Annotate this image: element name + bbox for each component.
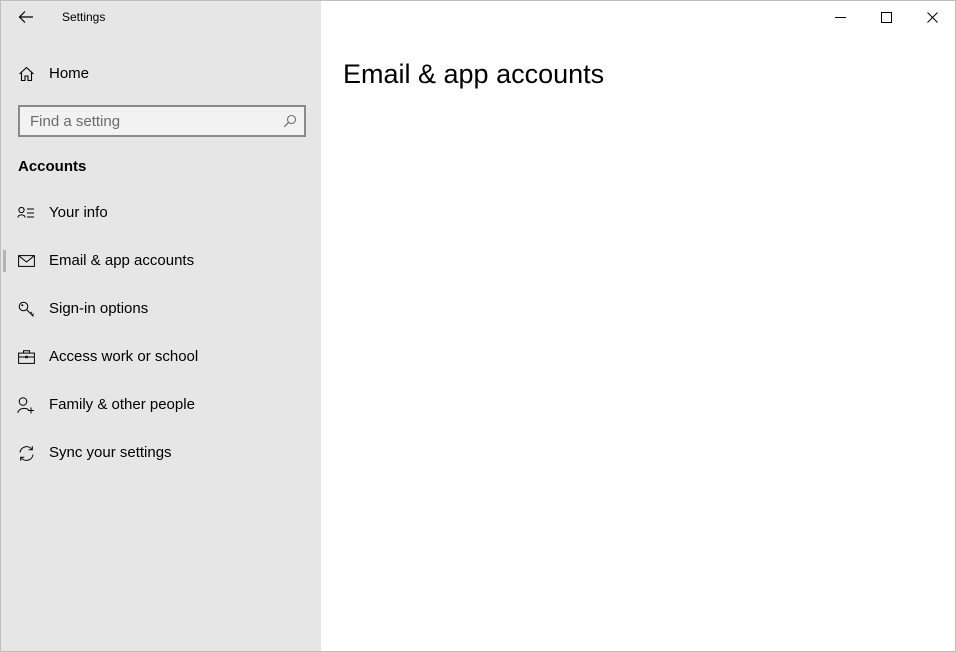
- back-arrow-icon: [18, 10, 34, 24]
- maximize-icon: [880, 11, 892, 23]
- page-title: Email & app accounts: [343, 59, 605, 89]
- sidebar-item-email-app-accounts[interactable]: Email & app accounts: [1, 237, 321, 285]
- search-icon[interactable]: [282, 113, 298, 129]
- sidebar-item-label: Email & app accounts: [49, 252, 195, 269]
- sidebar-item-label: Family & other people: [49, 396, 195, 413]
- briefcase-icon: [17, 348, 35, 366]
- search-box: [18, 105, 306, 137]
- sidebar-item-home[interactable]: Home: [1, 57, 321, 91]
- settings-window: Settings Home Accounts: [0, 0, 956, 652]
- minimize-icon: [834, 12, 846, 23]
- window-controls: [817, 1, 955, 33]
- nav-list: Your info Email & app accounts Sign-in o…: [1, 189, 321, 477]
- back-button[interactable]: [11, 4, 41, 30]
- close-button[interactable]: [909, 1, 955, 33]
- section-heading: Accounts: [18, 158, 87, 175]
- minimize-button[interactable]: [817, 1, 863, 33]
- mail-icon: [17, 252, 35, 270]
- close-icon: [926, 11, 938, 23]
- sidebar: Settings Home Accounts: [1, 1, 321, 651]
- add-person-icon: [17, 396, 35, 414]
- app-title: Settings: [62, 10, 106, 24]
- sync-icon: [17, 444, 35, 462]
- maximize-button[interactable]: [863, 1, 909, 33]
- sidebar-item-label: Sync your settings: [49, 444, 172, 461]
- sidebar-item-label: Your info: [49, 204, 108, 221]
- sidebar-item-family-other-people[interactable]: Family & other people: [1, 381, 321, 429]
- contact-card-icon: [17, 204, 35, 222]
- sidebar-item-access-work-or-school[interactable]: Access work or school: [1, 333, 321, 381]
- home-icon: [17, 65, 35, 83]
- selection-indicator: [3, 250, 6, 272]
- sidebar-item-label: Home: [49, 65, 90, 82]
- sidebar-item-sync-your-settings[interactable]: Sync your settings: [1, 429, 321, 477]
- sidebar-item-your-info[interactable]: Your info: [1, 189, 321, 237]
- sidebar-item-label: Sign-in options: [49, 300, 149, 317]
- key-icon: [17, 300, 35, 318]
- search-input[interactable]: [20, 107, 280, 135]
- sidebar-item-label: Access work or school: [49, 348, 199, 365]
- sidebar-item-sign-in-options[interactable]: Sign-in options: [1, 285, 321, 333]
